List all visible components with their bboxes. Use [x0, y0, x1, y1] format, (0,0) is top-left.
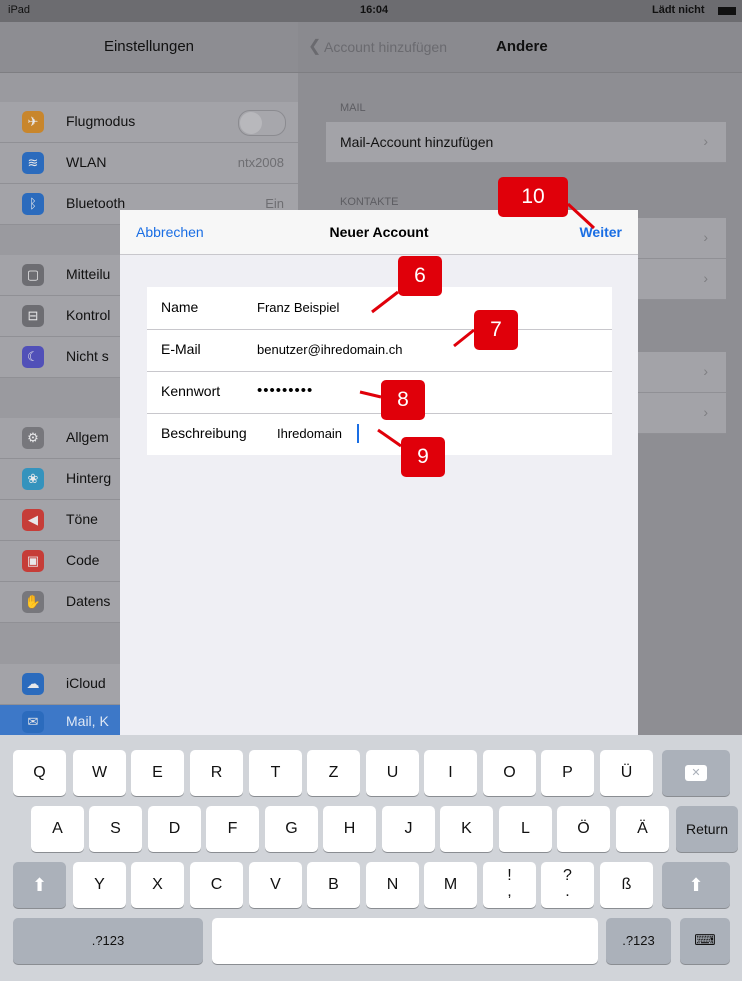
keyboard: Q W E R T Z U I O P Ü ✕ A S D F G H J K …	[0, 735, 742, 981]
numbers-right-key[interactable]: .?123	[606, 918, 671, 964]
key-e[interactable]: E	[131, 750, 184, 796]
backspace-key[interactable]: ✕	[662, 750, 730, 796]
key-x[interactable]: X	[131, 862, 184, 908]
key-d[interactable]: D	[148, 806, 201, 852]
key-r[interactable]: R	[190, 750, 243, 796]
key-o[interactable]: O	[483, 750, 536, 796]
key-p[interactable]: P	[541, 750, 594, 796]
backspace-icon: ✕	[685, 764, 707, 781]
key-a[interactable]: A	[31, 806, 84, 852]
key-c[interactable]: C	[190, 862, 243, 908]
key-ue[interactable]: Ü	[600, 750, 653, 796]
key-v[interactable]: V	[249, 862, 302, 908]
callout-7: 7	[474, 310, 518, 350]
shift-icon: ⬆	[31, 875, 48, 895]
callout-9: 9	[401, 437, 445, 477]
key-ae[interactable]: Ä	[616, 806, 669, 852]
key-primary-char: ?	[563, 867, 572, 884]
key-secondary-char: .	[565, 883, 570, 900]
key-i[interactable]: I	[424, 750, 477, 796]
key-g[interactable]: G	[265, 806, 318, 852]
space-key[interactable]	[212, 918, 598, 964]
key-w[interactable]: W	[73, 750, 126, 796]
key-s[interactable]: S	[89, 806, 142, 852]
shift-right-key[interactable]: ⬆	[662, 862, 730, 908]
key-l[interactable]: L	[499, 806, 552, 852]
shift-icon: ⬆	[688, 875, 704, 895]
return-key[interactable]: Return	[676, 806, 738, 852]
key-primary-char: !	[507, 867, 512, 884]
key-u[interactable]: U	[366, 750, 419, 796]
callout-8: 8	[381, 380, 425, 420]
key-q[interactable]: Q	[13, 750, 66, 796]
key-k[interactable]: K	[440, 806, 493, 852]
key-j[interactable]: J	[382, 806, 435, 852]
keyboard-hide-icon: ⌨	[694, 932, 716, 949]
key-z[interactable]: Z	[307, 750, 360, 796]
key-secondary-char: ,	[507, 883, 512, 900]
key-b[interactable]: B	[307, 862, 360, 908]
numbers-left-key[interactable]: .?123	[13, 918, 203, 964]
key-h[interactable]: H	[323, 806, 376, 852]
hide-keyboard-key[interactable]: ⌨	[680, 918, 730, 964]
shift-left-key[interactable]: ⬆	[13, 862, 66, 908]
key-exclaim-comma[interactable]: ! ,	[483, 862, 536, 908]
key-y[interactable]: Y	[73, 862, 126, 908]
callout-6: 6	[398, 256, 442, 296]
key-m[interactable]: M	[424, 862, 477, 908]
key-oe[interactable]: Ö	[557, 806, 610, 852]
callout-10: 10	[498, 177, 568, 217]
key-sz[interactable]: ß	[600, 862, 653, 908]
key-question-period[interactable]: ? .	[541, 862, 594, 908]
key-n[interactable]: N	[366, 862, 419, 908]
key-f[interactable]: F	[206, 806, 259, 852]
key-t[interactable]: T	[249, 750, 302, 796]
